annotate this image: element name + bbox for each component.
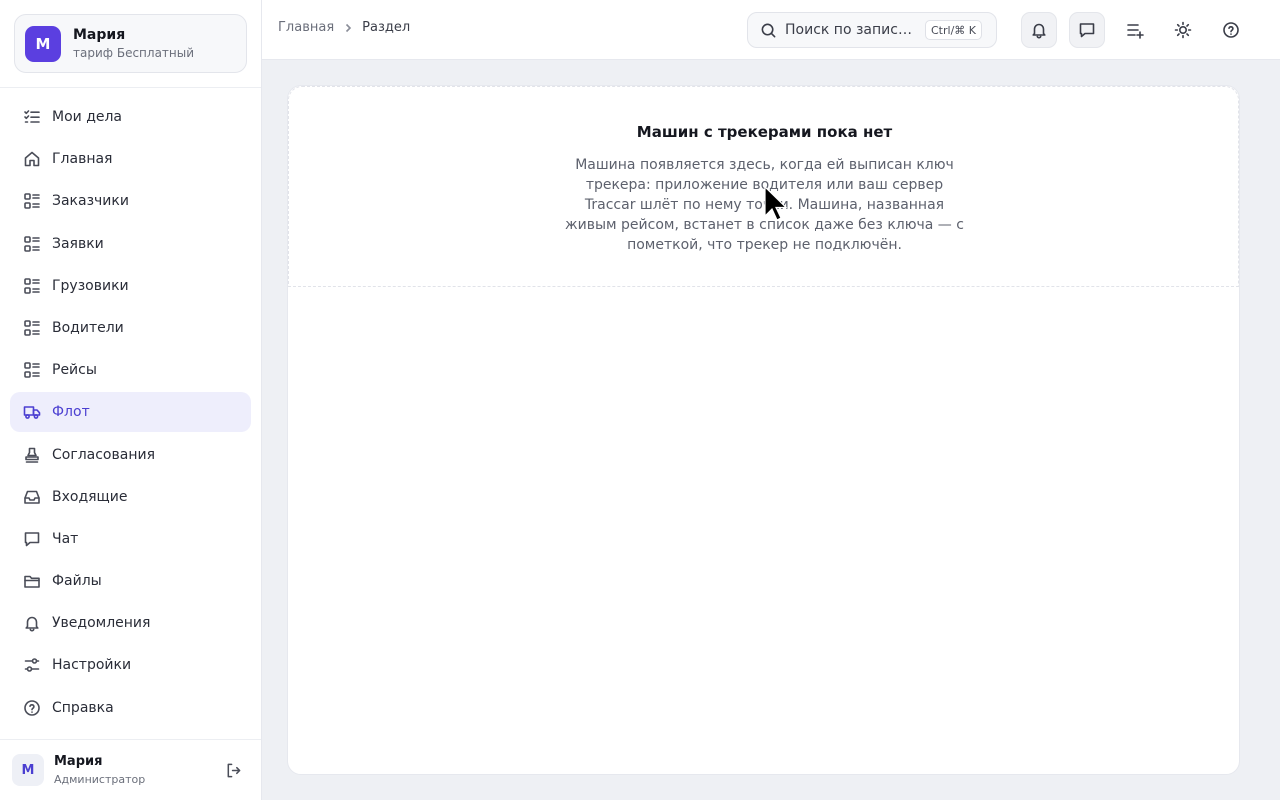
list-icon [22,191,42,211]
sidebar-item-files[interactable]: Файлы [10,561,251,601]
bell-icon [22,613,42,633]
sidebar: М Мария тариф Бесплатный Мои дела Главна… [0,0,262,800]
sidebar-item-label: Файлы [52,573,102,590]
sidebar-item-help[interactable]: Справка [10,688,251,728]
sliders-icon [22,655,42,675]
theme-toggle-button[interactable] [1165,12,1201,48]
sidebar-item-label: Главная [52,151,113,168]
sun-icon [1174,21,1192,39]
sidebar-item-my-tasks[interactable]: Мои дела [10,97,251,137]
inbox-icon [22,487,42,507]
sidebar-item-label: Водители [52,319,124,336]
list-icon [22,276,42,296]
breadcrumb-current: Раздел [362,20,411,35]
checklist-icon [22,107,42,127]
sidebar-item-label: Уведомления [52,615,151,632]
chat-button[interactable] [1069,12,1105,48]
sidebar-divider [0,87,261,88]
search-placeholder: Поиск по записям [785,22,915,38]
sidebar-item-label: Рейсы [52,362,97,379]
chevron-right-icon [343,23,353,33]
help-icon [22,698,42,718]
user-name: Мария [54,754,103,769]
breadcrumb: Главная Раздел [278,20,410,35]
bell-icon [1030,21,1048,39]
sidebar-item-requests[interactable]: Заявки [10,224,251,264]
topbar: Главная Раздел Поиск по записям Ctrl/⌘ K [262,0,1280,60]
sidebar-item-label: Заявки [52,235,104,252]
empty-state: Машин с трекерами пока нет Машина появля… [288,86,1239,287]
list-icon [22,360,42,380]
logout-icon [225,762,242,779]
fleet-panel: Машин с трекерами пока нет Машина появля… [287,85,1240,775]
stamp-icon [22,445,42,465]
help-button[interactable] [1213,12,1249,48]
current-user: М Мария Администратор [12,753,252,787]
sidebar-item-notifications[interactable]: Уведомления [10,603,251,643]
sidebar-item-label: Мои дела [52,109,123,125]
breadcrumb-home-link[interactable]: Главная [278,20,334,35]
chat-icon [1078,21,1096,39]
sidebar-item-label: Заказчики [52,193,129,210]
sidebar-item-approvals[interactable]: Согласования [10,435,251,475]
sidebar-item-label: Чат [52,530,79,547]
sidebar-item-label: Флот [52,404,90,421]
list-plus-icon [1126,21,1144,39]
logout-button[interactable] [222,759,244,781]
home-icon [22,149,42,169]
help-icon [1222,21,1240,39]
account-name: Мария [73,27,126,43]
quick-add-button[interactable] [1117,12,1153,48]
user-role: Администратор [54,773,146,786]
search-icon [760,22,777,39]
sidebar-item-customers[interactable]: Заказчики [10,181,251,221]
user-info: Мария Администратор [54,753,145,787]
chat-icon [22,529,42,549]
folder-icon [22,571,42,591]
account-info: Мария тариф Бесплатный [73,26,194,61]
sidebar-item-fleet[interactable]: Флот [10,392,251,433]
search-shortcut-hint: Ctrl/⌘ K [925,20,982,40]
empty-state-title: Машин с трекерами пока нет [636,123,893,141]
sidebar-item-chat[interactable]: Чат [10,519,251,559]
search-input[interactable]: Поиск по записям Ctrl/⌘ K [747,12,997,48]
sidebar-item-home[interactable]: Главная [10,139,251,179]
sidebar-item-trucks[interactable]: Грузовики [10,266,251,306]
avatar: М [12,754,44,786]
sidebar-item-label: Настройки [52,657,132,674]
truck-icon [22,402,42,422]
empty-state-text: Машина появляется здесь, когда ей выписа… [565,157,964,253]
sidebar-item-trips[interactable]: Рейсы [10,350,251,390]
sidebar-divider [0,739,261,740]
sidebar-item-inbox[interactable]: Входящие [10,477,251,517]
notifications-button[interactable] [1021,12,1057,48]
sidebar-item-label: Входящие [52,488,128,505]
sidebar-item-label: Грузовики [52,277,129,294]
sidebar-nav: Мои дела Главная Заказчики Заявки Грузов… [10,97,251,730]
sidebar-item-drivers[interactable]: Водители [10,308,251,348]
list-icon [22,318,42,338]
sidebar-item-label: Согласования [52,446,155,463]
sidebar-item-settings[interactable]: Настройки [10,645,251,685]
account-plan: тариф Бесплатный [73,46,195,60]
account-switcher[interactable]: М Мария тариф Бесплатный [14,14,247,73]
list-icon [22,234,42,254]
sidebar-item-label: Справка [52,699,114,716]
account-avatar: М [25,25,61,62]
